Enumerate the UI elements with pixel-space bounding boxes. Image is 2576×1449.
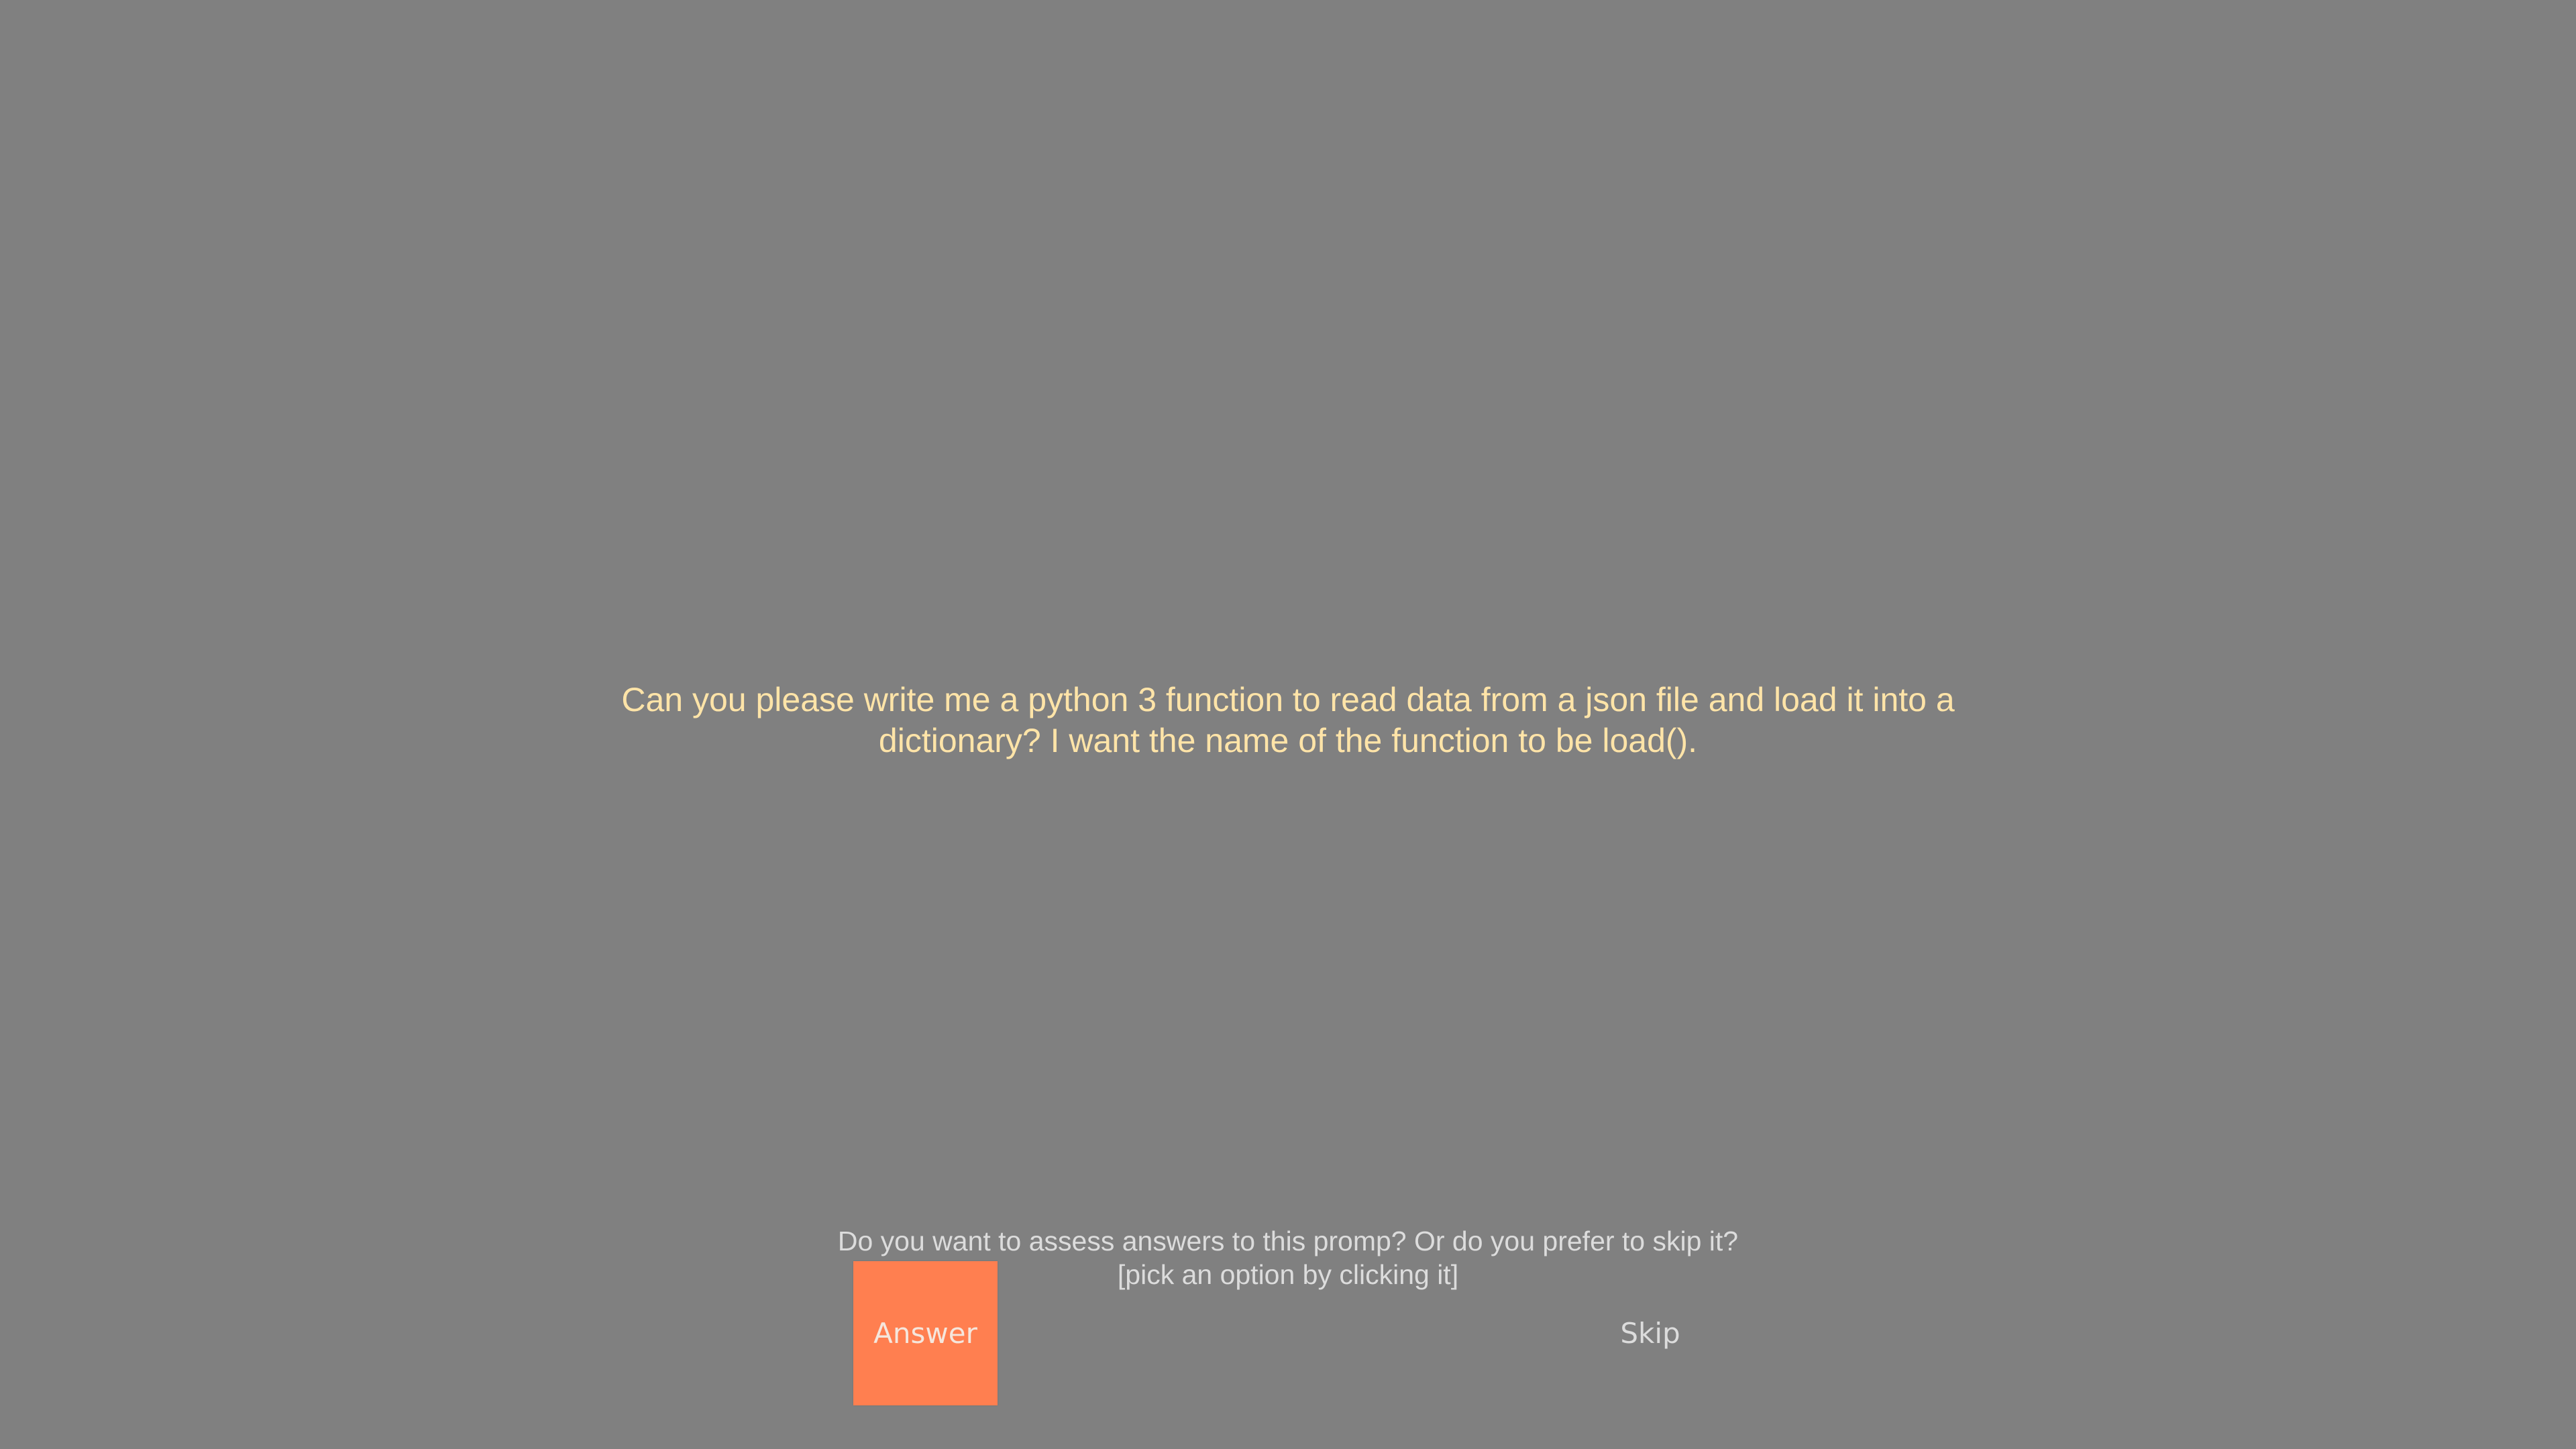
prompt-text: Can you please write me a python 3 funct… <box>483 680 2093 761</box>
choice-instruction: [pick an option by clicking it] <box>1117 1259 1459 1290</box>
answer-button[interactable]: Answer <box>853 1261 998 1405</box>
prompt-line-1: Can you please write me a python 3 funct… <box>621 681 1955 718</box>
page: Can you please write me a python 3 funct… <box>0 0 2576 1449</box>
choice-question: Do you want to assess answers to this pr… <box>617 1224 1959 1291</box>
choice-question-line: Do you want to assess answers to this pr… <box>837 1226 1739 1256</box>
prompt-line-2: dictionary? I want the name of the funct… <box>878 722 1698 759</box>
skip-button[interactable]: Skip <box>1576 1261 1724 1405</box>
